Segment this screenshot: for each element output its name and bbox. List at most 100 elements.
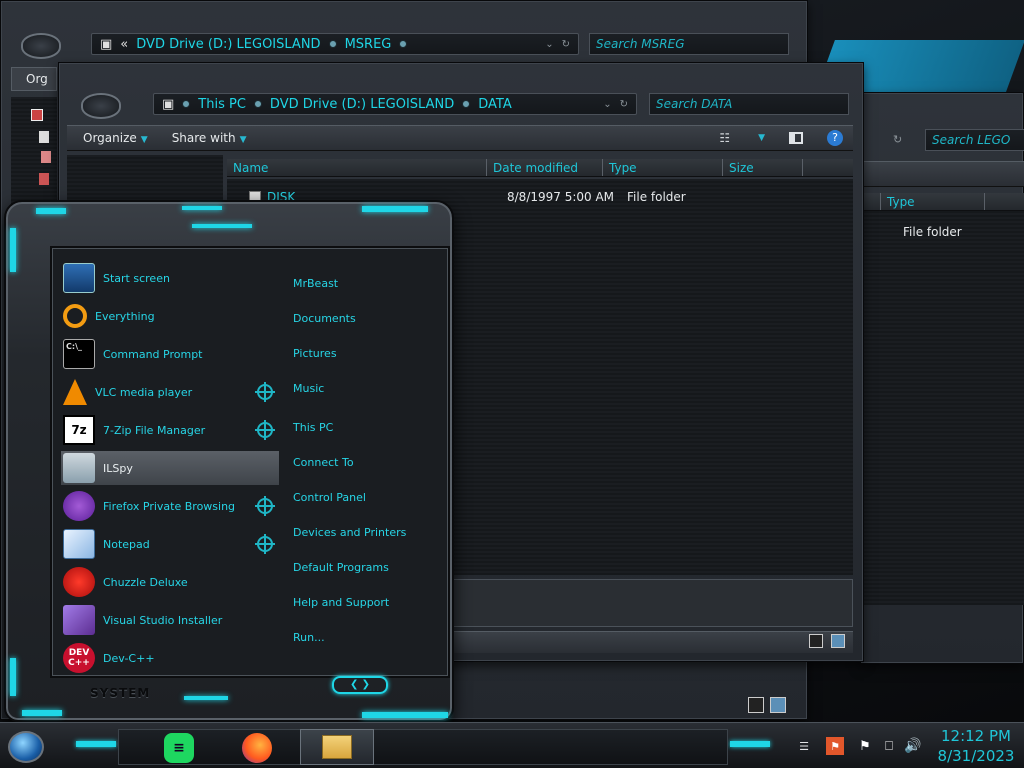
view-options-icon[interactable]: ☷ — [719, 131, 730, 145]
refresh-icon[interactable]: ↻ — [562, 39, 570, 50]
start-menu-body: Start screen Everything C:\_ Command Prompt… — [52, 248, 448, 676]
clock-date[interactable]: 8/31/2023 — [932, 747, 1020, 765]
details-view-icon[interactable] — [748, 697, 764, 713]
taskbar-accent — [730, 741, 770, 747]
scroll-arrows-button[interactable]: ❮ ❯ — [332, 676, 388, 694]
program-item[interactable]: Firefox Private Browsing — [63, 489, 283, 523]
command-bar: Organize ▼ Share with ▼ ☷ ▼ ? — [67, 125, 853, 151]
large-icons-view-icon[interactable] — [770, 697, 786, 713]
program-item[interactable]: Visual Studio Installer — [63, 603, 283, 637]
jump-list-arrow-icon[interactable] — [255, 496, 275, 516]
network-icon[interactable]: ⎕ — [880, 737, 898, 755]
accent-strip — [192, 224, 252, 228]
drive-icon: ▣ — [100, 36, 113, 52]
breadcrumb-folder[interactable]: MSREG — [345, 37, 392, 52]
column-date-modified[interactable]: Date modified — [487, 159, 603, 176]
breadcrumb-drive[interactable]: DVD Drive (D:) LEGOISLAND — [270, 97, 454, 112]
column-type[interactable]: Type — [603, 159, 723, 176]
program-item[interactable]: VLC media player — [63, 375, 283, 409]
organize-label: Organize — [83, 131, 137, 145]
address-bar[interactable]: ▣ « DVD Drive (D:) LEGOISLAND MSREG ⌄ ↻ — [91, 33, 579, 55]
program-item[interactable]: ILSpy — [61, 451, 279, 485]
place-item[interactable]: Music — [293, 382, 324, 395]
chevron-down-icon[interactable]: ⌄ — [603, 99, 611, 110]
chuzzle-icon — [63, 567, 95, 597]
flag-icon[interactable]: ⚑ — [826, 737, 844, 755]
place-item[interactable]: Devices and Printers — [293, 526, 406, 539]
accent-strip — [10, 658, 16, 696]
drive-icon: ▣ — [162, 96, 175, 112]
search-input[interactable]: Search LEGO — [925, 129, 1024, 151]
refresh-icon[interactable]: ↻ — [620, 99, 628, 110]
organize-partial[interactable]: Org — [11, 67, 57, 91]
place-item[interactable]: Control Panel — [293, 491, 366, 504]
item-type: File folder — [903, 225, 962, 239]
spotify-icon[interactable]: ≡ — [164, 733, 194, 763]
file-list — [861, 211, 1024, 605]
organize-button[interactable]: Organize ▼ — [83, 131, 148, 145]
help-icon[interactable]: ? — [827, 130, 843, 146]
program-item[interactable]: 7z 7-Zip File Manager — [63, 413, 283, 447]
devcpp-icon: DEV C++ — [63, 643, 95, 673]
place-item[interactable]: Help and Support — [293, 596, 389, 609]
caret-down-icon: ▼ — [140, 135, 148, 145]
place-item[interactable]: Documents — [293, 312, 356, 325]
column-type[interactable]: Type — [881, 193, 985, 210]
everything-search-icon — [63, 304, 87, 328]
place-item[interactable]: MrBeast — [293, 277, 338, 290]
explorer-window-lego[interactable]: ↻ Search LEGO Type File folder — [860, 92, 1024, 664]
place-item[interactable]: Run... — [293, 631, 325, 644]
details-view-icon[interactable] — [809, 634, 823, 648]
file-explorer-icon[interactable] — [300, 729, 374, 765]
refresh-icon[interactable]: ↻ — [893, 133, 902, 146]
chevron-down-icon[interactable]: ⌄ — [545, 39, 553, 50]
place-item[interactable]: Pictures — [293, 347, 337, 360]
column-name[interactable]: Name — [227, 159, 487, 176]
accent-strip — [10, 228, 16, 272]
volume-icon[interactable]: 🔊 — [904, 737, 922, 755]
search-input[interactable]: Search MSREG — [589, 33, 789, 55]
search-input[interactable]: Search DATA — [649, 93, 849, 115]
preview-pane-icon[interactable] — [789, 132, 803, 144]
breadcrumb-back[interactable]: « — [120, 37, 128, 52]
jump-list-arrow-icon[interactable] — [255, 382, 275, 402]
breadcrumb-separator-icon — [328, 40, 337, 48]
action-center-flag-icon[interactable]: ⚑ — [856, 737, 874, 755]
column-size[interactable]: Size — [723, 159, 803, 176]
breadcrumb-data[interactable]: DATA — [478, 97, 512, 112]
action-center-icon[interactable]: ☰ — [796, 739, 812, 753]
program-item[interactable]: DEV C++ Dev-C++ — [63, 641, 283, 675]
program-item[interactable]: Notepad — [63, 527, 283, 561]
start-orb-button[interactable] — [8, 731, 44, 763]
place-item[interactable]: Connect To — [293, 456, 354, 469]
place-item[interactable]: Default Programs — [293, 561, 389, 574]
notepad-icon — [63, 529, 95, 559]
breadcrumb-this-pc[interactable]: This PC — [198, 97, 246, 112]
file-type: File folder — [627, 190, 686, 204]
visual-studio-installer-icon — [63, 605, 95, 635]
program-label: Chuzzle Deluxe — [103, 575, 188, 589]
share-with-button[interactable]: Share with ▼ — [172, 131, 247, 145]
caret-down-icon: ▼ — [239, 135, 247, 145]
place-item[interactable]: This PC — [293, 421, 333, 434]
jump-list-arrow-icon[interactable] — [255, 420, 275, 440]
breadcrumb-separator-icon — [462, 100, 471, 108]
program-item[interactable]: Everything — [63, 299, 283, 333]
caret-down-icon[interactable]: ▼ — [758, 133, 765, 143]
column-partial[interactable] — [861, 193, 881, 210]
program-label: Notepad — [103, 537, 150, 551]
file-date: 8/8/1997 5:00 AM — [507, 190, 615, 204]
large-icons-view-icon[interactable] — [831, 634, 845, 648]
jump-list-arrow-icon[interactable] — [255, 534, 275, 554]
address-bar[interactable]: ▣ This PC DVD Drive (D:) LEGOISLAND DATA… — [153, 93, 637, 115]
breadcrumb-drive[interactable]: DVD Drive (D:) LEGOISLAND — [136, 37, 320, 52]
firefox-icon[interactable] — [242, 733, 272, 763]
program-item[interactable]: Chuzzle Deluxe — [63, 565, 283, 599]
program-item[interactable]: C:\_ Command Prompt — [63, 337, 283, 371]
program-label: 7-Zip File Manager — [103, 423, 206, 437]
program-label: Visual Studio Installer — [103, 613, 223, 627]
start-screen-icon — [63, 263, 95, 293]
program-item[interactable]: Start screen — [63, 261, 283, 295]
clock-time[interactable]: 12:12 PM — [932, 727, 1020, 745]
accent-strip — [362, 712, 448, 718]
